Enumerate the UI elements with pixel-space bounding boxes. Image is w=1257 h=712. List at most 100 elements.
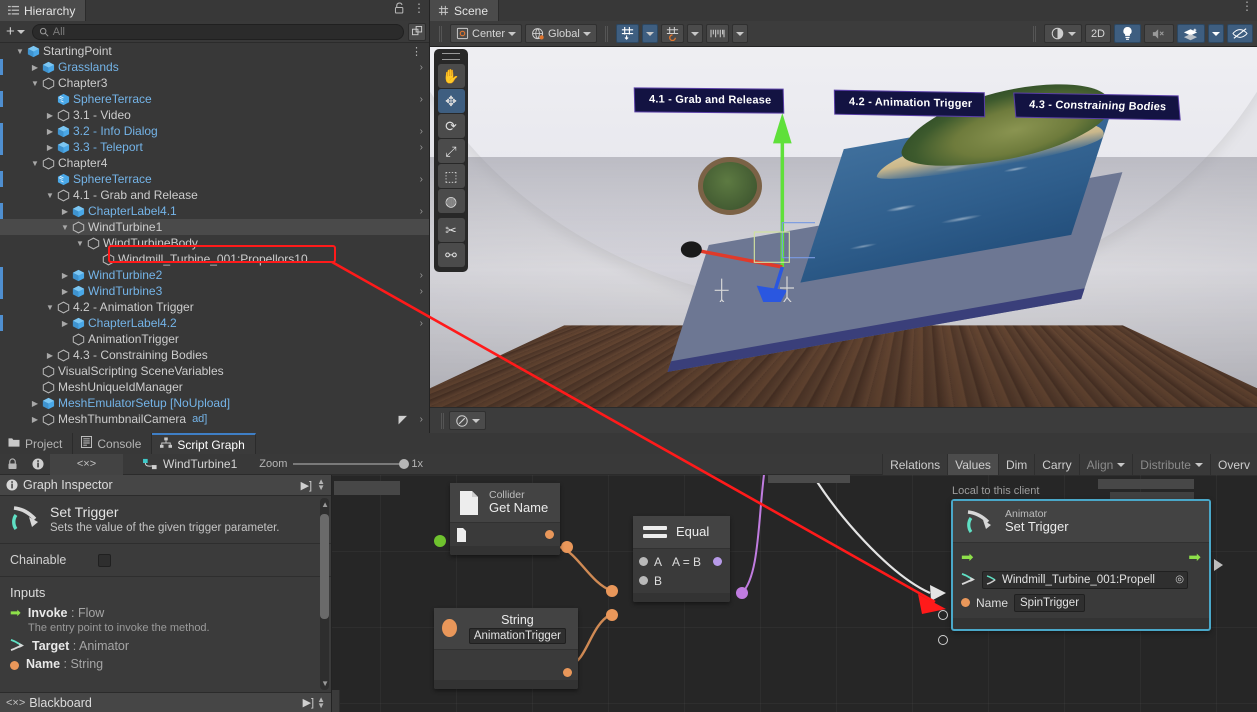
node-name-row[interactable]: Name SpinTrigger: [961, 591, 1201, 614]
node-port-row-a[interactable]: A A = B: [639, 552, 724, 571]
grid-snap-button[interactable]: [616, 24, 639, 43]
foldout-right-icon[interactable]: ▶: [59, 319, 71, 328]
prefab-open-chevron-icon[interactable]: ›: [420, 318, 423, 329]
hierarchy-item-3-1-video[interactable]: ▶3.1 - Video: [0, 107, 429, 123]
hierarchy-item-3-2-info-dialog[interactable]: ▶3.2 - Info Dialog›: [0, 123, 429, 139]
hierarchy-item-windturbinebody[interactable]: ▼WindTurbineBody: [0, 235, 429, 251]
string-value-field[interactable]: AnimationTrigger: [469, 628, 566, 644]
tag-icon[interactable]: ◤: [399, 413, 407, 426]
chainable-checkbox[interactable]: [98, 554, 111, 567]
hierarchy-item-sphereterrace[interactable]: SphereTerrace›: [0, 171, 429, 187]
target-object-field[interactable]: Windmill_Turbine_001:Propell ◎: [982, 571, 1188, 589]
node-collider-get-name[interactable]: Collider Get Name: [450, 483, 560, 555]
search-input[interactable]: All: [32, 24, 404, 40]
output-port-dot[interactable]: [545, 530, 554, 539]
foldout-down-icon[interactable]: ▼: [44, 191, 56, 200]
foldout-down-icon[interactable]: ▼: [29, 79, 41, 88]
palette-drag-handle[interactable]: [442, 53, 460, 60]
node-animator-set-trigger[interactable]: Animator Set Trigger ➡ ➡ Windmill_Turbin…: [952, 500, 1210, 630]
shading-mode-button[interactable]: [1044, 24, 1082, 43]
foldout-right-icon[interactable]: ▶: [44, 127, 56, 136]
graph-overv-button[interactable]: Overv: [1210, 454, 1257, 475]
hierarchy-item-windturbine2[interactable]: ▶WindTurbine2›: [0, 267, 429, 283]
foldout-down-icon[interactable]: ▼: [44, 303, 56, 312]
graph-distribute-button[interactable]: Distribute: [1132, 454, 1210, 475]
graph-carry-button[interactable]: Carry: [1034, 454, 1078, 475]
zoom-control[interactable]: Zoom 1x: [237, 458, 423, 470]
hierarchy-item-startingpoint[interactable]: ▼StartingPoint⋮: [0, 43, 429, 59]
foldout-right-icon[interactable]: ▶: [29, 415, 41, 424]
prefab-open-chevron-icon[interactable]: ›: [420, 174, 423, 185]
hierarchy-item-visualscripting-scenevariables[interactable]: VisualScripting SceneVariables: [0, 363, 429, 379]
transform-tool[interactable]: ◍: [438, 189, 465, 213]
graph-values-button[interactable]: Values: [947, 454, 998, 475]
row-kebab-menu-icon[interactable]: ⋮: [411, 45, 422, 58]
scene-viewport[interactable]: 4.1 - Grab and Release 4.2 - Animation T…: [430, 47, 1257, 407]
move-tool[interactable]: ✥: [438, 89, 465, 113]
inspector-scrollbar-thumb[interactable]: [320, 514, 329, 619]
hierarchy-item-sphereterrace[interactable]: SphereTerrace›: [0, 91, 429, 107]
output-port-dot-result[interactable]: [713, 557, 722, 566]
scene-visibility-button[interactable]: [1227, 24, 1253, 43]
rect-tool[interactable]: ⬚: [438, 164, 465, 188]
graph-info-button[interactable]: [25, 454, 50, 475]
handle-space-button[interactable]: Global: [525, 24, 597, 43]
foldout-down-icon[interactable]: ▼: [59, 223, 71, 232]
prefab-open-chevron-icon[interactable]: ›: [420, 62, 423, 73]
ruler-dropdown[interactable]: [732, 24, 748, 43]
ruler-button[interactable]: [706, 24, 729, 43]
zoom-slider-knob[interactable]: [399, 459, 409, 469]
blackboard-resize-stepper[interactable]: ▲▼: [317, 697, 325, 709]
pivot-mode-button[interactable]: Center: [450, 24, 522, 43]
foldout-right-icon[interactable]: ▶: [44, 111, 56, 120]
hierarchy-tree[interactable]: ▼StartingPoint⋮▶Grasslands›▼Chapter3Sphe…: [0, 43, 429, 433]
scene-audio-button[interactable]: [1144, 24, 1174, 43]
foldout-right-icon[interactable]: ▶: [29, 399, 41, 408]
prefab-open-chevron-icon[interactable]: ›: [420, 414, 423, 425]
foldout-down-icon[interactable]: ▼: [74, 239, 86, 248]
scene-fx-button[interactable]: [1177, 24, 1205, 43]
tab-scene[interactable]: Scene: [430, 0, 499, 21]
search-expand-button[interactable]: [408, 23, 426, 41]
node-output-flow-triangle[interactable]: [1214, 559, 1223, 571]
scene-tool-palette[interactable]: ✋✥⟳⤢⬚◍✂⚯: [434, 49, 468, 272]
hierarchy-item-windturbine3[interactable]: ▶WindTurbine3›: [0, 283, 429, 299]
node-input-port-2[interactable]: [938, 635, 948, 645]
prefab-open-chevron-icon[interactable]: ›: [420, 270, 423, 281]
foldout-down-icon[interactable]: ▼: [14, 47, 26, 56]
input-port-dot-b[interactable]: [639, 576, 648, 585]
hierarchy-item-meshemulatorsetup-noupload[interactable]: ▶MeshEmulatorSetup [NoUpload]: [0, 395, 429, 411]
blackboard-bar[interactable]: <×> Blackboard ▶] ▲▼: [0, 692, 331, 712]
hierarchy-item-meshuniqueidmanager[interactable]: MeshUniqueIdManager: [0, 379, 429, 395]
kebab-menu-icon[interactable]: ⋮: [413, 4, 425, 13]
panel-collapse-icon[interactable]: ▶]: [301, 479, 313, 492]
scale-tool[interactable]: ⤢: [438, 139, 465, 163]
hierarchy-item-3-3-teleport[interactable]: ▶3.3 - Teleport›: [0, 139, 429, 155]
object-picker-icon[interactable]: ◎: [1175, 574, 1184, 585]
flow-input-arrow-icon[interactable]: ➡: [961, 550, 974, 565]
node-port-row[interactable]: [440, 653, 572, 677]
custom-tool[interactable]: ✂: [438, 218, 465, 242]
zoom-slider[interactable]: [293, 463, 405, 465]
tab-console[interactable]: Console: [73, 433, 152, 454]
hierarchy-item-grasslands[interactable]: ▶Grasslands›: [0, 59, 429, 75]
graph-lock-button[interactable]: [0, 454, 25, 475]
input-port-dot-a[interactable]: [639, 557, 648, 566]
scene-lighting-button[interactable]: [1114, 24, 1141, 43]
blackboard-collapse-icon[interactable]: ▶]: [303, 696, 315, 709]
hierarchy-item-4-2-animation-trigger[interactable]: ▼4.2 - Animation Trigger: [0, 299, 429, 315]
flow-output-arrow-icon[interactable]: ➡: [1188, 550, 1201, 565]
scroll-down-icon[interactable]: ▼: [321, 679, 329, 688]
output-port-dot[interactable]: [563, 668, 572, 677]
hierarchy-item-chapterlabel4-2[interactable]: ▶ChapterLabel4.2›: [0, 315, 429, 331]
node-port-row[interactable]: [456, 525, 554, 544]
node-equal[interactable]: Equal A A = B B: [633, 516, 730, 602]
graph-dim-button[interactable]: Dim: [998, 454, 1034, 475]
trigger-name-field[interactable]: SpinTrigger: [1014, 594, 1085, 612]
graph-align-button[interactable]: Align: [1079, 454, 1133, 475]
scene-kebab-menu-icon[interactable]: ⋮: [1241, 2, 1253, 11]
tab-hierarchy[interactable]: Hierarchy: [0, 0, 86, 21]
scroll-up-icon[interactable]: ▲: [321, 500, 329, 509]
hierarchy-item-4-3-constraining-bodies[interactable]: ▶4.3 - Constraining Bodies: [0, 347, 429, 363]
lock-icon[interactable]: [394, 2, 405, 14]
